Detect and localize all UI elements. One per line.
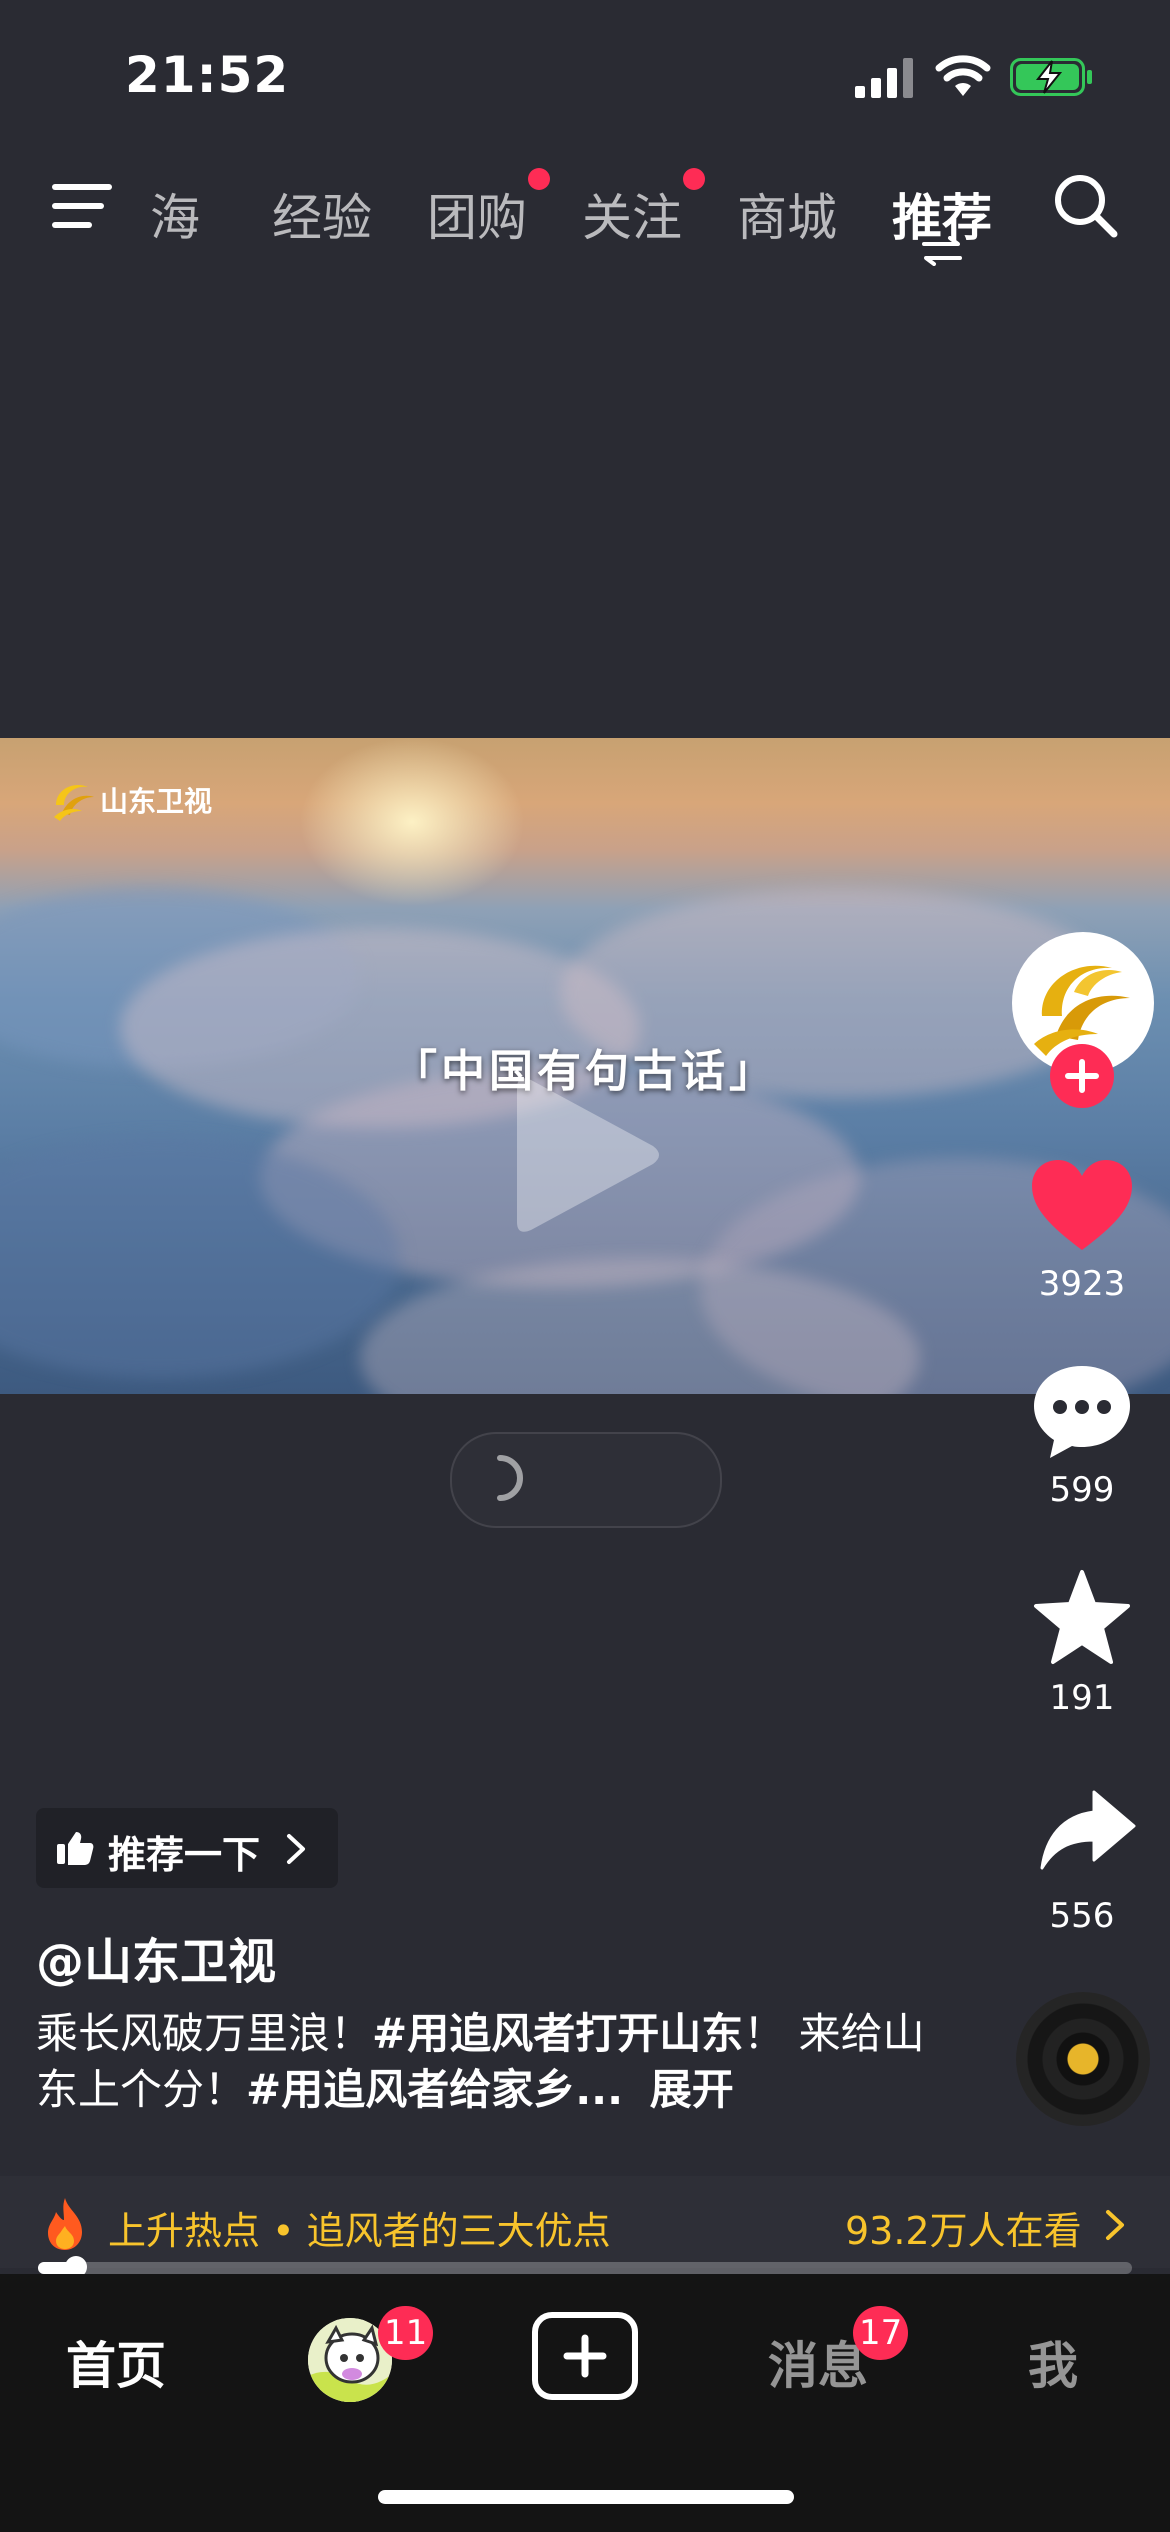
messages-badge: 17 xyxy=(853,2306,909,2360)
hot-topic-title[interactable]: 上升热点 • 追风者的三大优点 xyxy=(108,2200,611,2255)
comment-icon[interactable] xyxy=(1030,1362,1134,1460)
tab-sea[interactable]: 海 xyxy=(150,178,200,250)
desc-text-1: 乘长风破万里浪！ xyxy=(36,2009,373,2058)
comment-count: 599 xyxy=(1049,1470,1115,1510)
friends-badge: 11 xyxy=(378,2306,434,2360)
search-icon[interactable] xyxy=(1052,172,1120,240)
nav-me[interactable]: 我 xyxy=(1028,2326,1078,2398)
chevron-right-icon xyxy=(287,1834,305,1864)
music-disc-icon[interactable] xyxy=(1016,1992,1150,2126)
chevron-right-icon[interactable] xyxy=(1104,2208,1126,2242)
add-button[interactable] xyxy=(532,2312,638,2400)
tab-group-buy[interactable]: 团购 xyxy=(427,178,527,250)
share-count: 556 xyxy=(1049,1896,1115,1936)
home-indicator[interactable] xyxy=(378,2490,794,2504)
channel-logo-icon xyxy=(54,785,94,821)
thumbs-up-icon xyxy=(57,1832,94,1865)
play-icon[interactable] xyxy=(505,1070,665,1240)
hot-viewers-count: 93.2万人在看 xyxy=(845,2209,1082,2253)
like-heart-icon[interactable] xyxy=(1030,1158,1134,1254)
like-count: 3923 xyxy=(1038,1264,1126,1304)
tab-experience[interactable]: 经验 xyxy=(272,178,372,250)
menu-icon[interactable] xyxy=(52,180,114,232)
status-time: 21:52 xyxy=(125,46,290,104)
cellular-signal-icon xyxy=(855,58,913,98)
author-name[interactable]: @山东卫视 xyxy=(36,1922,276,1992)
favorite-star-icon[interactable] xyxy=(1030,1568,1134,1668)
tab-following-dot xyxy=(683,168,705,190)
swap-arrows-icon xyxy=(922,236,962,266)
loading-spinner-icon xyxy=(497,1455,523,1501)
video-description[interactable]: 乘长风破万里浪！#用追风者打开山东！ 来给山东上个分！#用追风者给家乡... 展… xyxy=(36,2006,936,2118)
tab-mall[interactable]: 商城 xyxy=(737,178,837,250)
share-arrow-icon[interactable] xyxy=(1038,1788,1138,1874)
fire-icon xyxy=(48,2198,82,2250)
expand-link[interactable]: 展开 xyxy=(650,2065,734,2114)
tab-group-buy-dot xyxy=(528,168,550,190)
favorite-count: 191 xyxy=(1049,1678,1115,1718)
follow-button[interactable] xyxy=(1050,1044,1114,1108)
tab-following[interactable]: 关注 xyxy=(582,178,682,250)
battery-charging-icon xyxy=(1010,58,1092,96)
wifi-icon xyxy=(935,55,991,96)
recommend-label: 推荐一下 xyxy=(108,1833,261,1877)
nav-home[interactable]: 首页 xyxy=(66,2326,166,2398)
video-progress-track[interactable] xyxy=(38,2262,1132,2274)
channel-logo-text: 山东卫视 xyxy=(100,785,213,818)
hashtag-1[interactable]: #用追风者打开山东 xyxy=(372,2009,743,2058)
hashtag-2[interactable]: #用追风者给家乡... xyxy=(246,2065,623,2114)
